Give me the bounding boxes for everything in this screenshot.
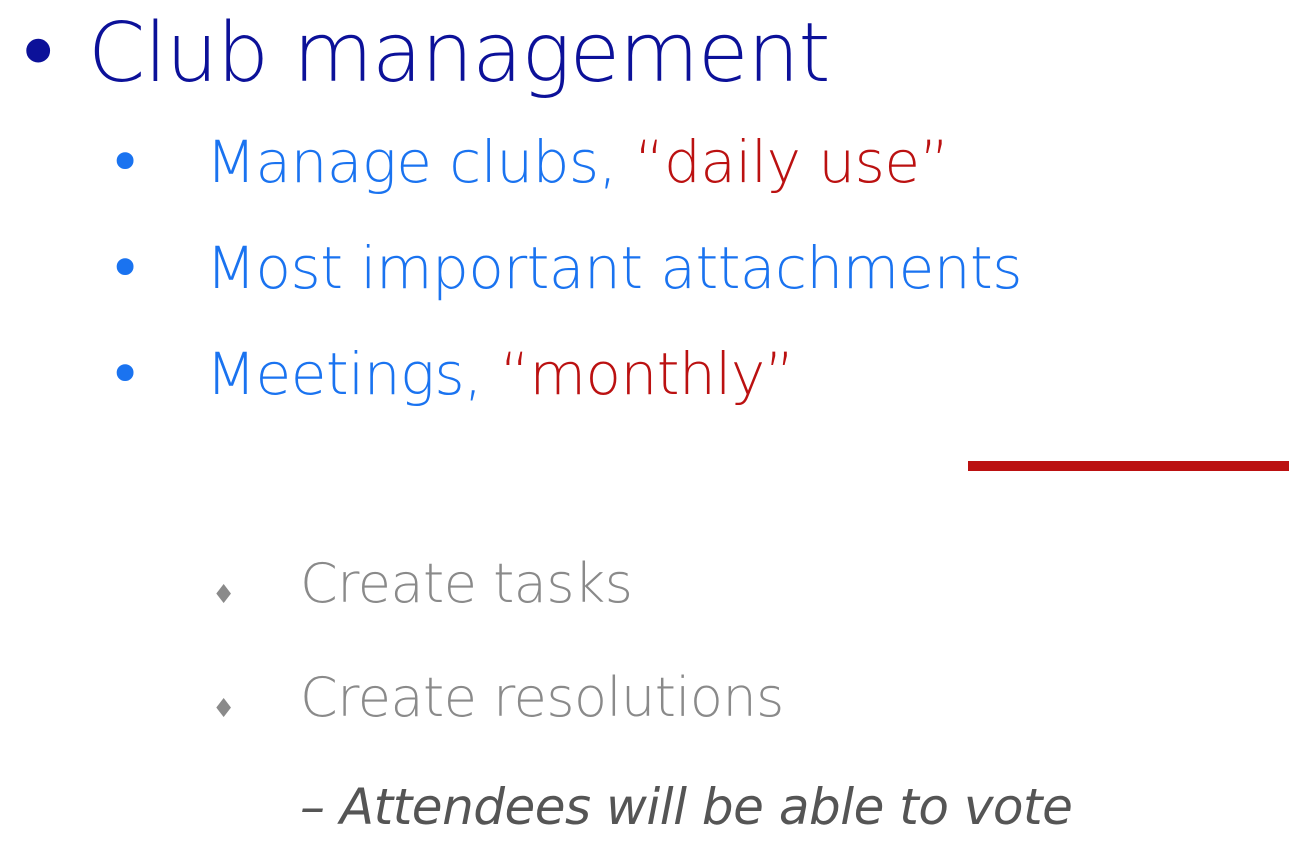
bullet-text: Meetings, — [206, 340, 500, 408]
diamond-bullet-icon: ♦ — [212, 580, 236, 610]
red-connector-line — [968, 461, 1289, 471]
bullet-meetings: Meetings, “monthly” — [206, 340, 795, 408]
highlight-text: “daily use” — [634, 128, 950, 196]
sub-bullet-create-tasks: Create tasks — [300, 552, 633, 615]
bullet-icon: • — [14, 6, 63, 101]
bullet-icon: • — [108, 234, 143, 302]
slide-title: Club management — [88, 6, 831, 101]
sub-bullet-create-resolutions: Create resolutions — [300, 666, 784, 729]
bullet-text: Manage clubs, — [206, 128, 635, 196]
bullet-icon: • — [108, 128, 143, 196]
bullet-text: Most important attachments — [206, 234, 1023, 302]
sub-sub-bullet-attendees-vote: – Attendees will be able to vote — [300, 778, 1073, 836]
bullet-icon: • — [108, 340, 143, 408]
bullet-manage-clubs: Manage clubs, “daily use” — [206, 128, 950, 196]
diamond-bullet-icon: ♦ — [212, 694, 236, 724]
highlight-text: “monthly” — [499, 340, 795, 408]
bullet-attachments: Most important attachments — [206, 234, 1023, 302]
